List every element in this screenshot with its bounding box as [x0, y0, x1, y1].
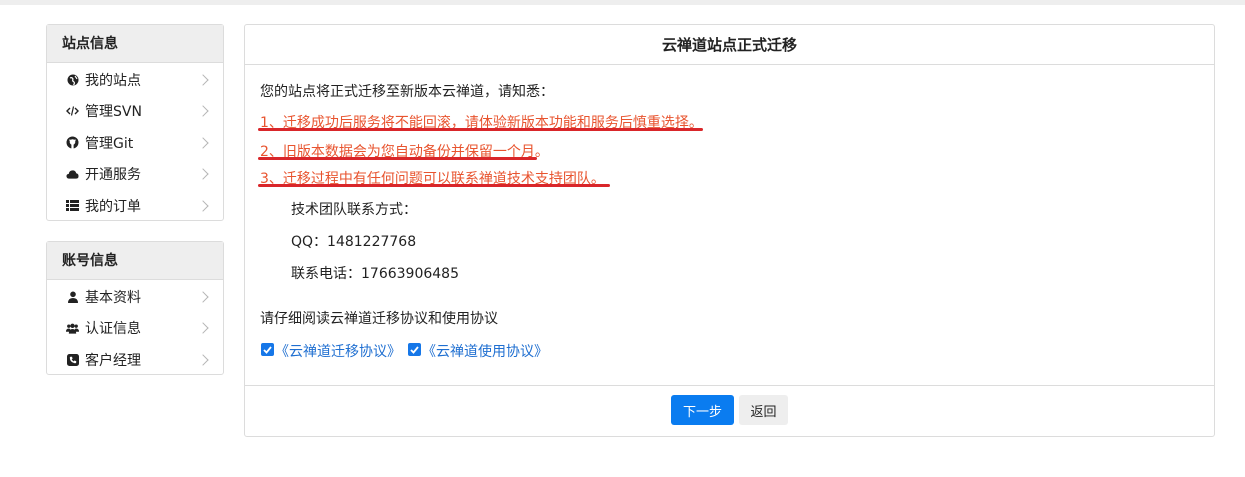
chevron-right-icon: [197, 168, 209, 180]
page-title: 云禅道站点正式迁移: [245, 25, 1214, 65]
phone-icon: [66, 353, 79, 366]
sidebar-item-profile[interactable]: 基本资料: [47, 281, 223, 313]
top-divider: [0, 0, 1245, 5]
notice-3-underline: [258, 184, 610, 187]
chevron-right-icon: [197, 137, 209, 149]
migration-agreement-checkbox[interactable]: [261, 343, 274, 356]
migration-panel: 云禅道站点正式迁移 您的站点将正式迁移至新版本云禅道，请知悉： 1、迁移成功后服…: [244, 24, 1215, 437]
chevron-right-icon: [197, 291, 209, 303]
sidebar-item-account-manager[interactable]: 客户经理: [47, 344, 223, 376]
sidebar-item-label: 客户经理: [85, 352, 141, 369]
sidebar-item-label: 我的订单: [85, 198, 141, 215]
chevron-right-icon: [197, 322, 209, 334]
sidebar-item-label: 我的站点: [85, 72, 141, 89]
intro-text: 您的站点将正式迁移至新版本云禅道，请知悉：: [260, 84, 554, 100]
chevron-right-icon: [197, 354, 209, 366]
sidebar-item-my-site[interactable]: 我的站点: [47, 64, 223, 96]
migration-agreement-link[interactable]: 《云禅道迁移协议》: [275, 341, 401, 361]
notice-2-underline: [258, 157, 537, 160]
sidebar-item-services[interactable]: 开通服务: [47, 159, 223, 191]
code-icon: [66, 105, 79, 118]
agreement-prompt: 请仔细阅读云禅道迁移协议和使用协议: [260, 311, 498, 327]
chevron-right-icon: [197, 200, 209, 212]
chevron-right-icon: [197, 105, 209, 117]
usage-agreement-checkbox[interactable]: [408, 343, 421, 356]
contact-title: 技术团队联系方式：: [291, 202, 417, 218]
contact-phone: 联系电话：17663906485: [291, 266, 459, 282]
github-icon: [66, 136, 79, 149]
migration-footer: 下一步 返回: [245, 386, 1214, 436]
back-button[interactable]: 返回: [739, 395, 788, 425]
user-icon: [66, 290, 79, 303]
account-info-panel: 账号信息 基本资料 认证信息 客户经理: [46, 241, 224, 375]
users-icon: [66, 322, 79, 335]
sidebar-item-git[interactable]: 管理Git: [47, 127, 223, 159]
sidebar-item-svn[interactable]: 管理SVN: [47, 96, 223, 128]
notice-1-underline: [258, 128, 703, 131]
account-info-title: 账号信息: [47, 242, 223, 280]
chevron-right-icon: [197, 74, 209, 86]
site-info-title: 站点信息: [47, 25, 223, 63]
list-icon: [66, 199, 79, 212]
sidebar-item-label: 认证信息: [85, 321, 141, 338]
usage-agreement-link[interactable]: 《云禅道使用协议》: [422, 341, 548, 361]
sidebar-item-orders[interactable]: 我的订单: [47, 190, 223, 222]
sidebar-item-label: 管理SVN: [85, 104, 142, 121]
contact-qq: QQ：1481227768: [291, 234, 417, 250]
sidebar-item-label: 管理Git: [85, 135, 134, 152]
site-info-panel: 站点信息 我的站点 管理SVN 管理Git 开通服务 我的订单: [46, 24, 224, 221]
cloud-icon: [66, 168, 79, 181]
migration-content: 您的站点将正式迁移至新版本云禅道，请知悉： 1、迁移成功后服务将不能回滚，请体验…: [245, 65, 1214, 386]
globe-icon: [66, 73, 79, 86]
next-button[interactable]: 下一步: [671, 395, 734, 425]
sidebar-item-label: 基本资料: [85, 289, 141, 306]
sidebar-item-label: 开通服务: [85, 167, 141, 184]
sidebar-item-verification[interactable]: 认证信息: [47, 313, 223, 345]
